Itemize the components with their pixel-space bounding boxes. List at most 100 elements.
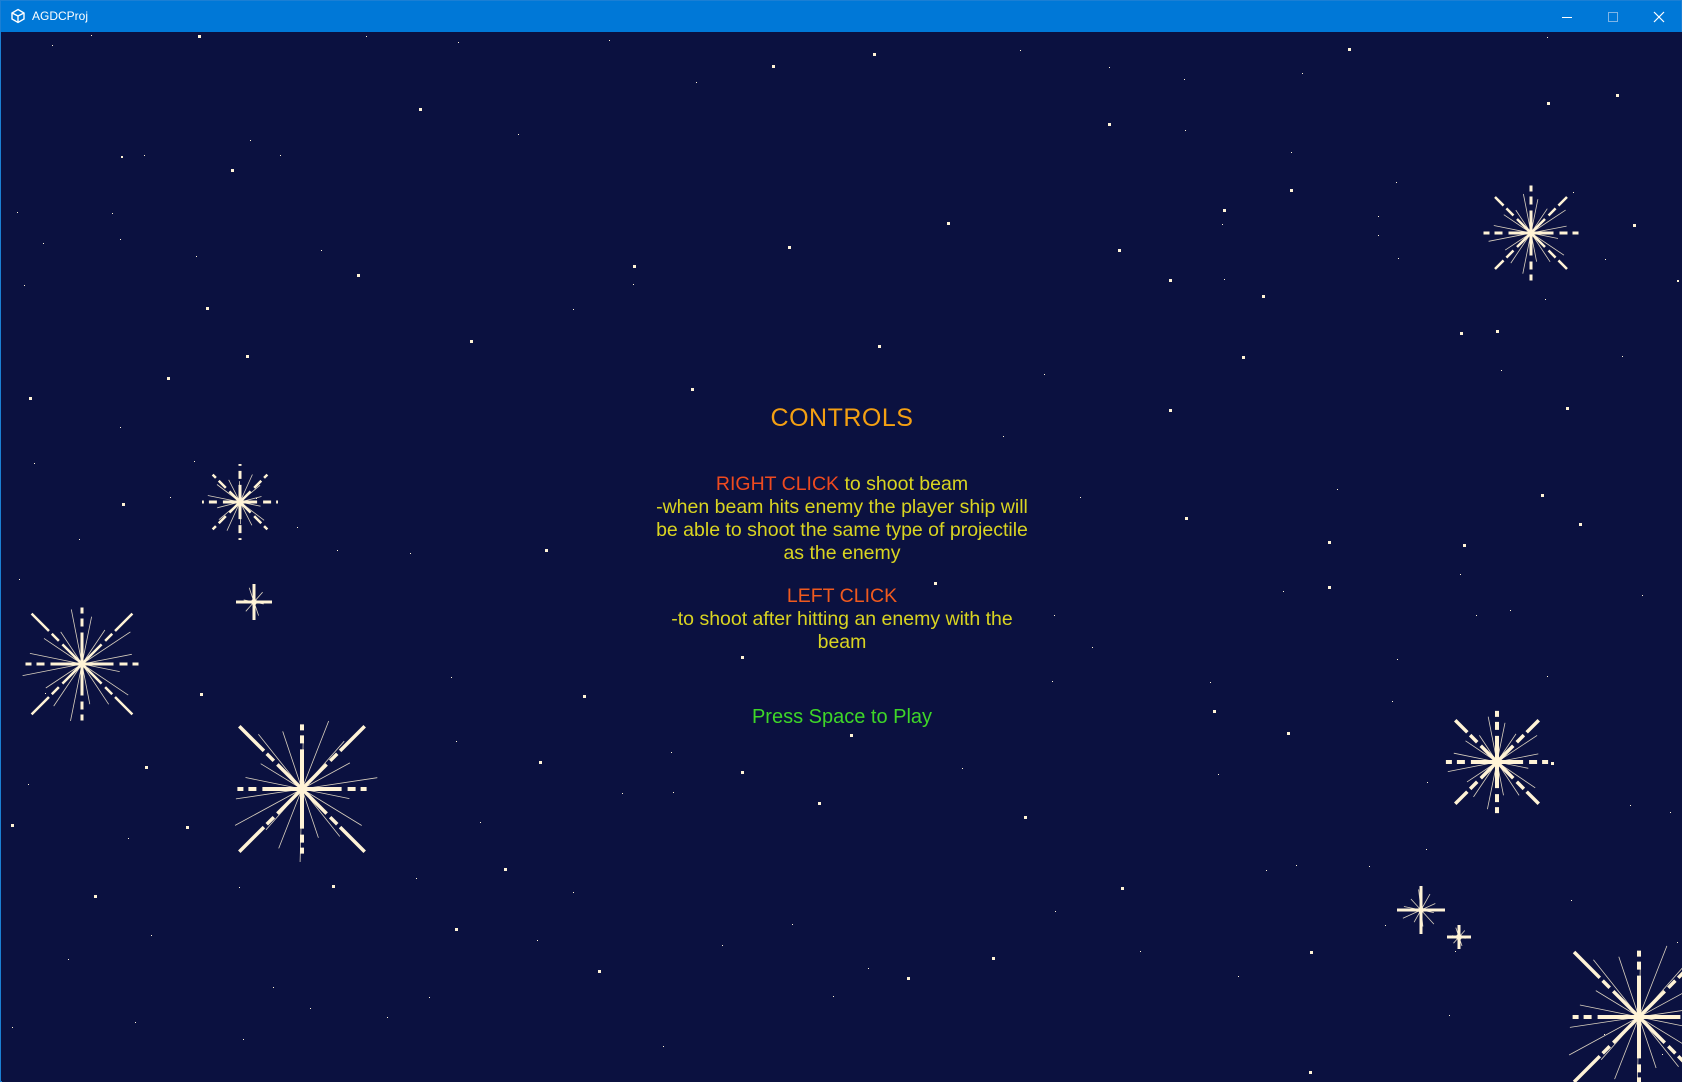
small-star <box>246 355 249 358</box>
small-star <box>1020 50 1021 51</box>
small-star <box>573 892 574 893</box>
small-star <box>1369 866 1370 867</box>
small-star <box>456 741 457 742</box>
small-star <box>1566 407 1569 410</box>
small-star <box>1140 951 1141 952</box>
small-star <box>1397 659 1398 660</box>
small-star <box>1287 732 1290 735</box>
sparkle-star <box>202 464 278 540</box>
sparkle-star <box>236 584 272 620</box>
small-star <box>1642 595 1643 596</box>
game-scene[interactable]: CONTROLS RIGHT CLICK to shoot beam -when… <box>2 32 1682 1082</box>
small-star <box>818 802 821 805</box>
small-star <box>121 156 123 158</box>
small-star <box>480 822 481 823</box>
small-star <box>1662 1054 1663 1055</box>
small-star <box>167 377 170 380</box>
small-star <box>94 895 97 898</box>
small-star <box>1109 67 1110 68</box>
small-star <box>11 824 14 827</box>
small-star <box>1622 356 1623 357</box>
small-star <box>962 768 963 769</box>
small-star <box>455 928 458 931</box>
small-star <box>128 838 129 839</box>
small-star <box>518 134 519 135</box>
small-star <box>741 771 744 774</box>
small-star <box>691 388 694 391</box>
small-star <box>1677 942 1678 943</box>
controls-panel: CONTROLS RIGHT CLICK to shoot beam -when… <box>592 403 1092 729</box>
press-space-prompt: Press Space to Play <box>751 706 933 728</box>
unity-logo-icon <box>11 8 25 24</box>
small-star <box>583 695 586 698</box>
small-star <box>1378 235 1379 236</box>
small-star <box>1108 123 1111 126</box>
small-star <box>1121 887 1124 890</box>
small-star <box>1573 192 1574 193</box>
left-click-desc-line: beam <box>817 631 867 653</box>
small-star <box>1604 1034 1605 1035</box>
sparkle-star <box>1547 925 1682 1082</box>
small-star <box>1213 710 1216 713</box>
small-star <box>1547 37 1548 38</box>
right-click-instructions: RIGHT CLICK to shoot beam -when beam hit… <box>592 473 1092 565</box>
small-star <box>1541 494 1544 497</box>
minimize-button[interactable] <box>1544 1 1590 32</box>
small-star <box>1328 541 1331 544</box>
small-star <box>1290 189 1293 192</box>
left-click-key: LEFT CLICK <box>786 585 898 607</box>
small-star <box>598 970 601 973</box>
right-click-desc-line: be able to shoot the same type of projec… <box>656 519 1028 541</box>
small-star <box>1266 870 1267 871</box>
left-click-instructions: LEFT CLICK -to shoot after hitting an en… <box>592 585 1092 654</box>
maximize-icon <box>1608 11 1618 22</box>
small-star <box>539 761 542 764</box>
small-star <box>19 579 20 580</box>
small-star <box>196 256 197 257</box>
small-star <box>419 108 422 111</box>
sparkle-star <box>12 594 152 734</box>
left-click-desc-line: -to shoot after hitting an enemy with th… <box>671 608 1013 630</box>
small-star <box>1545 299 1546 300</box>
small-star <box>1291 152 1292 153</box>
small-star <box>992 957 995 960</box>
small-star <box>145 766 148 769</box>
small-star <box>1547 676 1548 677</box>
small-star <box>772 65 775 68</box>
small-star <box>332 885 335 888</box>
small-star <box>1185 517 1188 520</box>
small-star <box>1551 762 1554 765</box>
small-star <box>200 693 203 696</box>
maximize-button[interactable] <box>1590 1 1636 32</box>
minimize-icon <box>1562 16 1572 18</box>
small-star <box>17 212 18 213</box>
small-star <box>321 250 322 251</box>
title-bar[interactable]: AGDCProj <box>1 1 1681 32</box>
small-star <box>1460 574 1461 575</box>
small-star <box>206 307 209 310</box>
small-star <box>366 36 367 37</box>
small-star <box>1670 812 1671 813</box>
small-star <box>34 463 35 464</box>
sparkle-star <box>1439 704 1555 820</box>
small-star <box>1605 259 1606 260</box>
small-star <box>1460 332 1463 335</box>
small-star <box>1218 774 1219 775</box>
small-star <box>1309 1071 1312 1074</box>
small-star <box>622 793 623 794</box>
small-star <box>1238 976 1239 977</box>
small-star <box>545 549 548 552</box>
right-click-line: RIGHT CLICK to shoot beam <box>592 473 1092 496</box>
small-star <box>1092 647 1093 648</box>
small-star <box>429 997 430 998</box>
small-star <box>357 274 360 277</box>
close-button[interactable] <box>1636 1 1682 32</box>
small-star <box>337 550 338 551</box>
small-star <box>198 35 201 38</box>
small-star <box>24 285 25 286</box>
small-star <box>1633 224 1636 227</box>
small-star <box>297 527 298 528</box>
small-star <box>1223 209 1226 212</box>
small-star <box>671 752 672 753</box>
small-star <box>878 345 881 348</box>
